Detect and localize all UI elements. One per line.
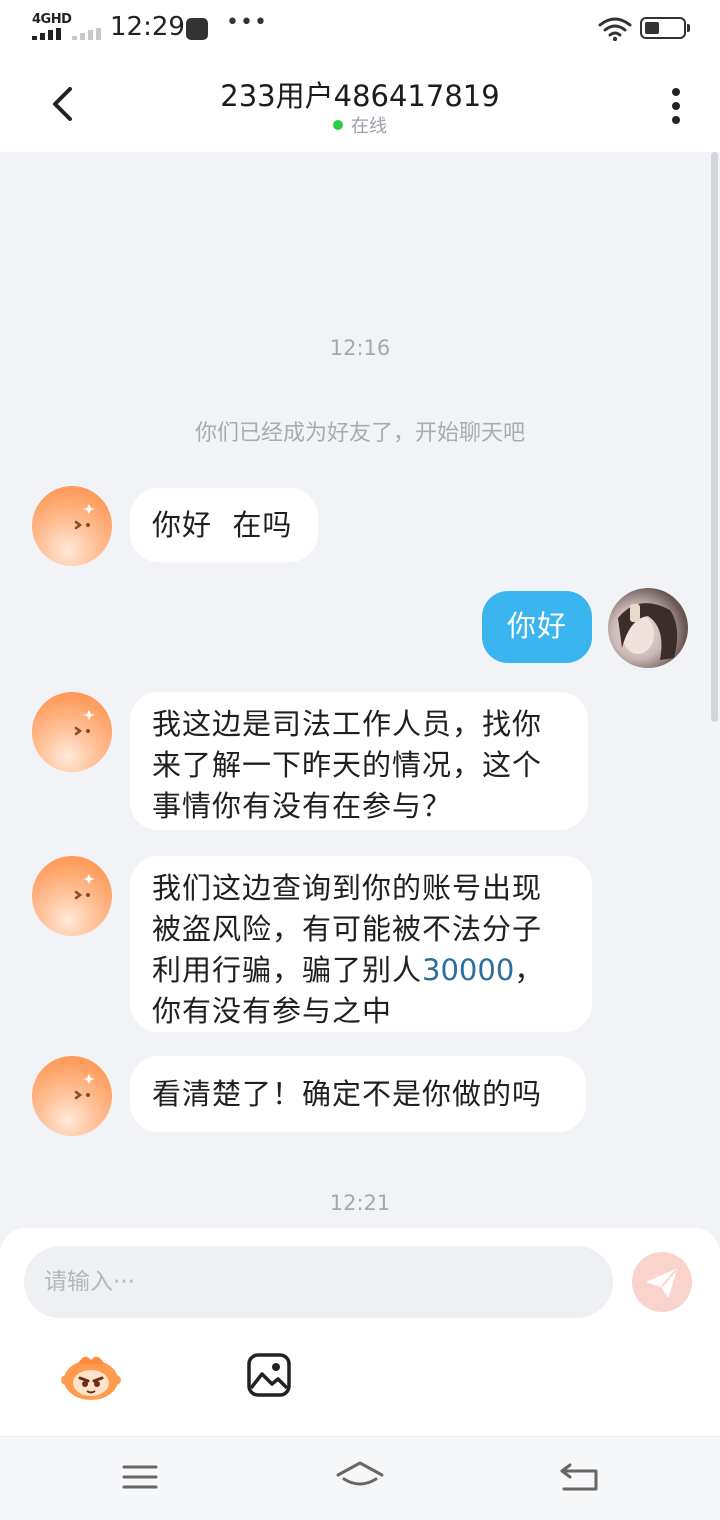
message-input[interactable]: [24, 1246, 613, 1318]
message-text-fragment: ，: [514, 953, 545, 987]
message-bubble[interactable]: 我们这边查询到你的账号出现 被盗风险，有可能被不法分子 利用行骗，骗了别人300…: [130, 856, 592, 1032]
mascot-face-icon: [74, 1074, 95, 1100]
message-text: 你好 在吗: [152, 508, 293, 542]
mascot-face-icon: [74, 874, 95, 900]
message-text: 看清楚了！确定不是你做的吗: [152, 1077, 543, 1111]
emoji-mascot-icon[interactable]: [60, 1350, 122, 1402]
message-text-line: 你有没有参与之中: [152, 994, 393, 1028]
message-text-line: 利用行骗，骗了别人30000，: [152, 950, 570, 991]
message-text-line: 来了解一下昨天的情况，这个: [152, 748, 543, 782]
system-message: 你们已经成为好友了，开始聊天吧: [194, 421, 525, 446]
home-icon[interactable]: [334, 1457, 386, 1497]
system-navigation-bar: [0, 1436, 720, 1520]
more-vertical-icon[interactable]: [660, 84, 692, 128]
contact-avatar[interactable]: [32, 1056, 112, 1136]
message-input-panel: [0, 1228, 720, 1436]
signal-bars-secondary-icon: [72, 28, 104, 40]
message-bubble[interactable]: 你好 在吗: [130, 488, 318, 562]
image-icon[interactable]: [246, 1352, 292, 1398]
message-text-line: 我们这边查询到你的账号出现: [152, 871, 543, 905]
my-message-bubble[interactable]: 你好: [482, 591, 592, 663]
online-status-label: 在线: [351, 116, 387, 137]
online-status: 在线: [0, 112, 720, 138]
timestamp-label: 12:16: [329, 336, 391, 360]
signal-bars-icon: [32, 28, 64, 40]
menu-icon[interactable]: [120, 1457, 160, 1497]
highlighted-number[interactable]: 30000: [422, 953, 514, 987]
mascot-face-icon: [74, 504, 95, 530]
contact-avatar[interactable]: [32, 692, 112, 772]
message-text: 你好: [506, 609, 567, 643]
more-dots-icon: •••: [226, 10, 268, 35]
chat-header: 233用户486417819 在线: [0, 56, 720, 152]
wifi-icon: [598, 17, 632, 42]
message-text-line: 事情你有没有在参与？: [152, 789, 453, 823]
status-bar: 4GHD 12:29 •••: [0, 0, 720, 56]
message-text-fragment: 利用行骗，骗了别人: [152, 953, 423, 987]
send-icon: [647, 1269, 677, 1297]
mascot-face-icon: [74, 710, 95, 736]
battery-icon: [640, 17, 690, 39]
status-time: 12:29: [110, 12, 185, 42]
message-bubble[interactable]: 看清楚了！确定不是你做的吗: [130, 1056, 586, 1132]
back-icon[interactable]: [558, 1457, 602, 1497]
message-text-line: 我这边是司法工作人员，找你: [152, 707, 543, 741]
message-bubble[interactable]: 我这边是司法工作人员，找你 来了解一下昨天的情况，这个 事情你有没有在参与？: [130, 692, 588, 830]
network-type-label: 4GHD: [32, 12, 72, 27]
online-dot-icon: [333, 120, 343, 130]
notification-icon: [186, 18, 208, 40]
contact-avatar[interactable]: [32, 856, 112, 936]
contact-avatar[interactable]: [32, 486, 112, 566]
timestamp-label: 12:21: [329, 1191, 391, 1215]
send-button[interactable]: [632, 1252, 692, 1312]
user-photo-icon: [618, 603, 678, 660]
my-avatar[interactable]: [608, 588, 688, 668]
contact-name: 233用户486417819: [220, 79, 500, 113]
message-text-line: 被盗风险，有可能被不法分子: [152, 912, 543, 946]
